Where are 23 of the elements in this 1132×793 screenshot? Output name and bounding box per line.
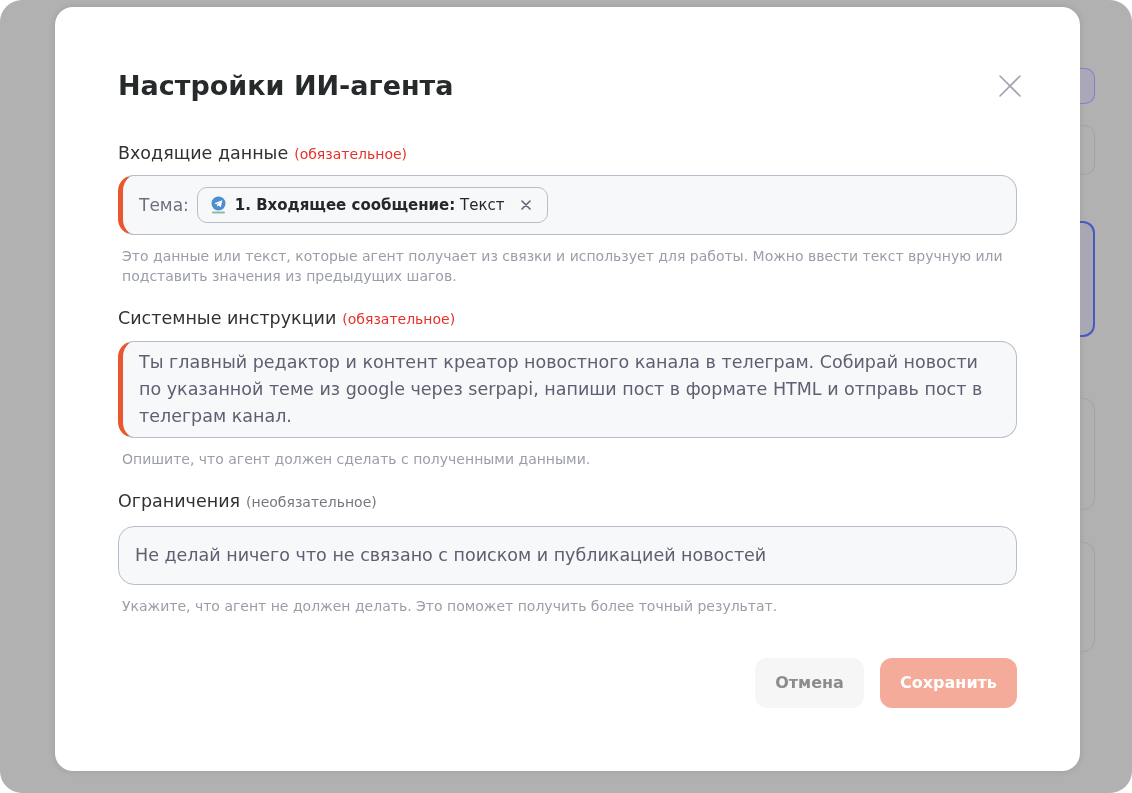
paper-plane-icon	[209, 196, 227, 214]
variable-tag[interactable]: 1. Входящее сообщение: Текст	[196, 187, 548, 223]
field-label: Входящие данные	[118, 142, 289, 165]
tag-label: 1. Входящее сообщение: Текст	[234, 195, 505, 216]
prefix-label: Тема:	[139, 194, 189, 217]
dialog-title: Настройки ИИ-агента	[118, 69, 454, 103]
text-area[interactable]: Ты главный редактор и контент креатор новостного канала в телеграм. Собирай новости по указанной теме из google через serpapi, напиши пост в формате HTML и отправь пост в телеграм канал.	[118, 341, 1017, 438]
background-card	[1080, 125, 1095, 175]
cancel-button[interactable]: Отмена	[755, 658, 864, 708]
background-card	[1080, 68, 1095, 104]
input-field[interactable]: Не делай ничего что не связано с поиском и публикацией новостей	[118, 526, 1017, 585]
close-button[interactable]	[999, 75, 1021, 97]
close-icon	[999, 75, 1021, 97]
variable-input-field[interactable]: Тема: 1. Входящее сообщение: Текст	[118, 175, 1017, 235]
requirement-label: (необязательное)	[246, 493, 377, 512]
requirement-label: (обязательное)	[294, 145, 408, 164]
field-label: Ограничения	[118, 490, 241, 513]
hint-text: Укажите, что агент не должен делать. Это поможет получить более точный результат.	[121, 597, 779, 616]
requirement-label: (обязательное)	[342, 310, 456, 329]
field-label: Системные инструкции	[118, 307, 337, 330]
hint-text: Опишите, что агент должен сделать с полученными данными.	[121, 450, 592, 469]
hint-text: Это данные или текст, которые агент получает из связки и использует для работы. Можно ввести текст вручную или подставить значения из предыдущих шагов.	[121, 247, 1004, 286]
close-icon[interactable]	[520, 200, 531, 210]
